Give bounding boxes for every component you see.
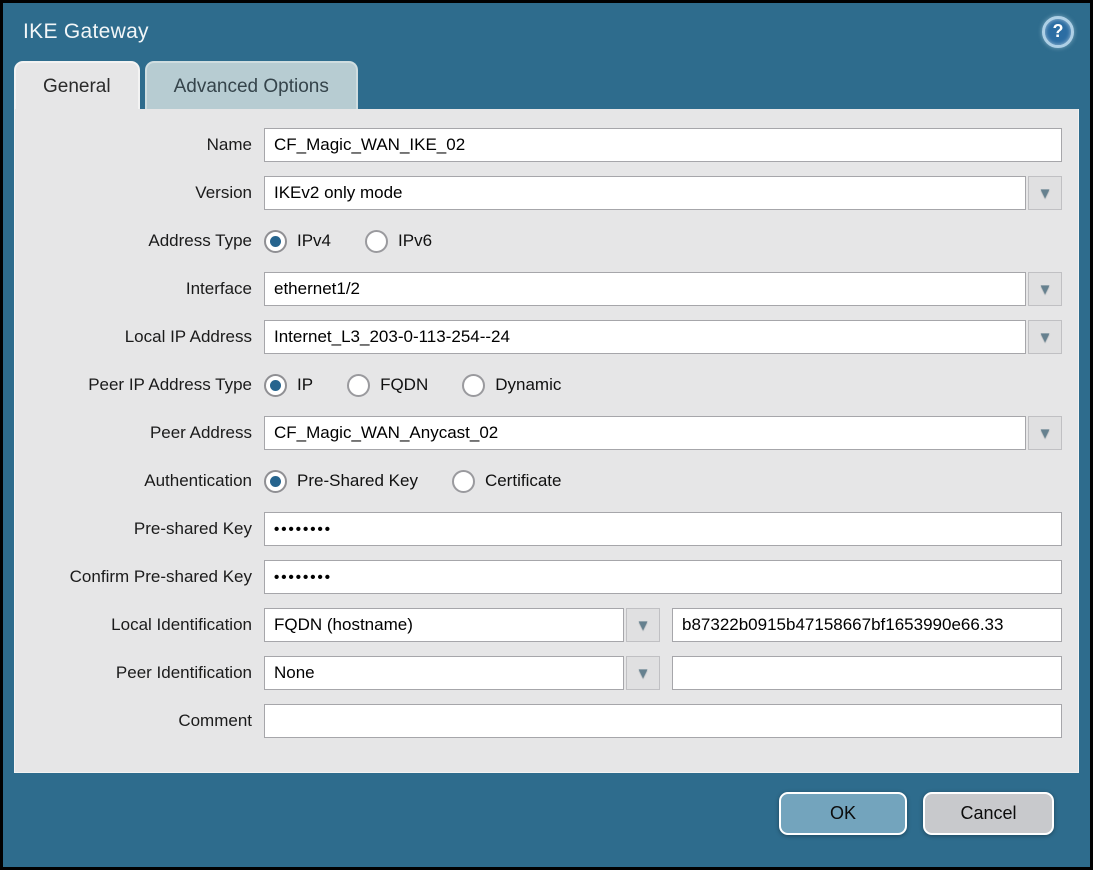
confirm-pre-shared-key-label: Confirm Pre-shared Key — [15, 567, 264, 587]
pre-shared-key-row: Pre-shared Key — [15, 512, 1078, 546]
tab-bar: General Advanced Options — [14, 60, 1090, 109]
cancel-button[interactable]: Cancel — [923, 792, 1054, 835]
tab-general[interactable]: General — [14, 61, 140, 109]
confirm-pre-shared-key-row: Confirm Pre-shared Key — [15, 560, 1078, 594]
peer-identification-row: Peer Identification ▼ — [15, 656, 1078, 690]
version-dropdown: ▼ — [264, 176, 1062, 210]
local-ip-address-input[interactable] — [264, 320, 1026, 354]
confirm-pre-shared-key-input[interactable] — [264, 560, 1062, 594]
name-label: Name — [15, 135, 264, 155]
comment-input[interactable] — [264, 704, 1062, 738]
peer-address-dropdown-button[interactable]: ▼ — [1028, 416, 1062, 450]
radio-fqdn[interactable] — [347, 374, 370, 397]
local-ip-address-dropdown: ▼ — [264, 320, 1062, 354]
local-identification-type-dropdown: ▼ — [264, 608, 660, 642]
tab-advanced-options[interactable]: Advanced Options — [145, 61, 358, 109]
general-tab-panel: Name Version ▼ Address Type IPv4 IPv6 — [14, 109, 1079, 773]
chevron-down-icon: ▼ — [1038, 426, 1053, 441]
authentication-label: Authentication — [15, 471, 264, 491]
radio-ipv4[interactable] — [264, 230, 287, 253]
interface-input[interactable] — [264, 272, 1026, 306]
peer-identification-dropdown-button[interactable]: ▼ — [626, 656, 660, 690]
interface-dropdown-button[interactable]: ▼ — [1028, 272, 1062, 306]
local-identification-label: Local Identification — [15, 615, 264, 635]
peer-identification-type-dropdown: ▼ — [264, 656, 660, 690]
peer-address-row: Peer Address ▼ — [15, 416, 1078, 450]
radio-fqdn-label: FQDN — [380, 375, 428, 395]
radio-certificate[interactable] — [452, 470, 475, 493]
address-type-label: Address Type — [15, 231, 264, 251]
peer-address-label: Peer Address — [15, 423, 264, 443]
local-ip-address-row: Local IP Address ▼ — [15, 320, 1078, 354]
chevron-down-icon: ▼ — [1038, 282, 1053, 297]
authentication-row: Authentication Pre-Shared Key Certificat… — [15, 464, 1078, 498]
name-input[interactable] — [264, 128, 1062, 162]
radio-ip[interactable] — [264, 374, 287, 397]
local-identification-value-input[interactable] — [672, 608, 1062, 642]
dialog-title: IKE Gateway — [23, 20, 149, 44]
pre-shared-key-input[interactable] — [264, 512, 1062, 546]
version-input[interactable] — [264, 176, 1026, 210]
peer-identification-type-input[interactable] — [264, 656, 624, 690]
peer-ip-address-type-row: Peer IP Address Type IP FQDN Dynamic — [15, 368, 1078, 402]
interface-label: Interface — [15, 279, 264, 299]
chevron-down-icon: ▼ — [636, 666, 651, 681]
local-ip-address-label: Local IP Address — [15, 327, 264, 347]
dialog-titlebar: IKE Gateway ? — [3, 3, 1090, 60]
local-ip-address-dropdown-button[interactable]: ▼ — [1028, 320, 1062, 354]
ike-gateway-dialog: IKE Gateway ? General Advanced Options N… — [0, 0, 1093, 870]
comment-label: Comment — [15, 711, 264, 731]
version-dropdown-button[interactable]: ▼ — [1028, 176, 1062, 210]
interface-row: Interface ▼ — [15, 272, 1078, 306]
name-row: Name — [15, 128, 1078, 162]
peer-identification-value-input[interactable] — [672, 656, 1062, 690]
pre-shared-key-label: Pre-shared Key — [15, 519, 264, 539]
address-type-row: Address Type IPv4 IPv6 — [15, 224, 1078, 258]
radio-dynamic[interactable] — [462, 374, 485, 397]
radio-pre-shared-key-label: Pre-Shared Key — [297, 471, 418, 491]
help-icon[interactable]: ? — [1042, 16, 1074, 48]
chevron-down-icon: ▼ — [1038, 186, 1053, 201]
interface-dropdown: ▼ — [264, 272, 1062, 306]
radio-ip-label: IP — [297, 375, 313, 395]
version-label: Version — [15, 183, 264, 203]
peer-address-dropdown: ▼ — [264, 416, 1062, 450]
radio-ipv6[interactable] — [365, 230, 388, 253]
comment-row: Comment — [15, 704, 1078, 738]
local-identification-type-input[interactable] — [264, 608, 624, 642]
radio-ipv6-label: IPv6 — [398, 231, 432, 251]
version-row: Version ▼ — [15, 176, 1078, 210]
peer-address-input[interactable] — [264, 416, 1026, 450]
radio-certificate-label: Certificate — [485, 471, 562, 491]
radio-pre-shared-key[interactable] — [264, 470, 287, 493]
peer-ip-address-type-label: Peer IP Address Type — [15, 375, 264, 395]
chevron-down-icon: ▼ — [1038, 330, 1053, 345]
ok-button[interactable]: OK — [779, 792, 907, 835]
local-identification-dropdown-button[interactable]: ▼ — [626, 608, 660, 642]
local-identification-row: Local Identification ▼ — [15, 608, 1078, 642]
radio-ipv4-label: IPv4 — [297, 231, 331, 251]
chevron-down-icon: ▼ — [636, 618, 651, 633]
radio-dynamic-label: Dynamic — [495, 375, 561, 395]
dialog-footer: OK Cancel — [3, 773, 1090, 867]
peer-identification-label: Peer Identification — [15, 663, 264, 683]
